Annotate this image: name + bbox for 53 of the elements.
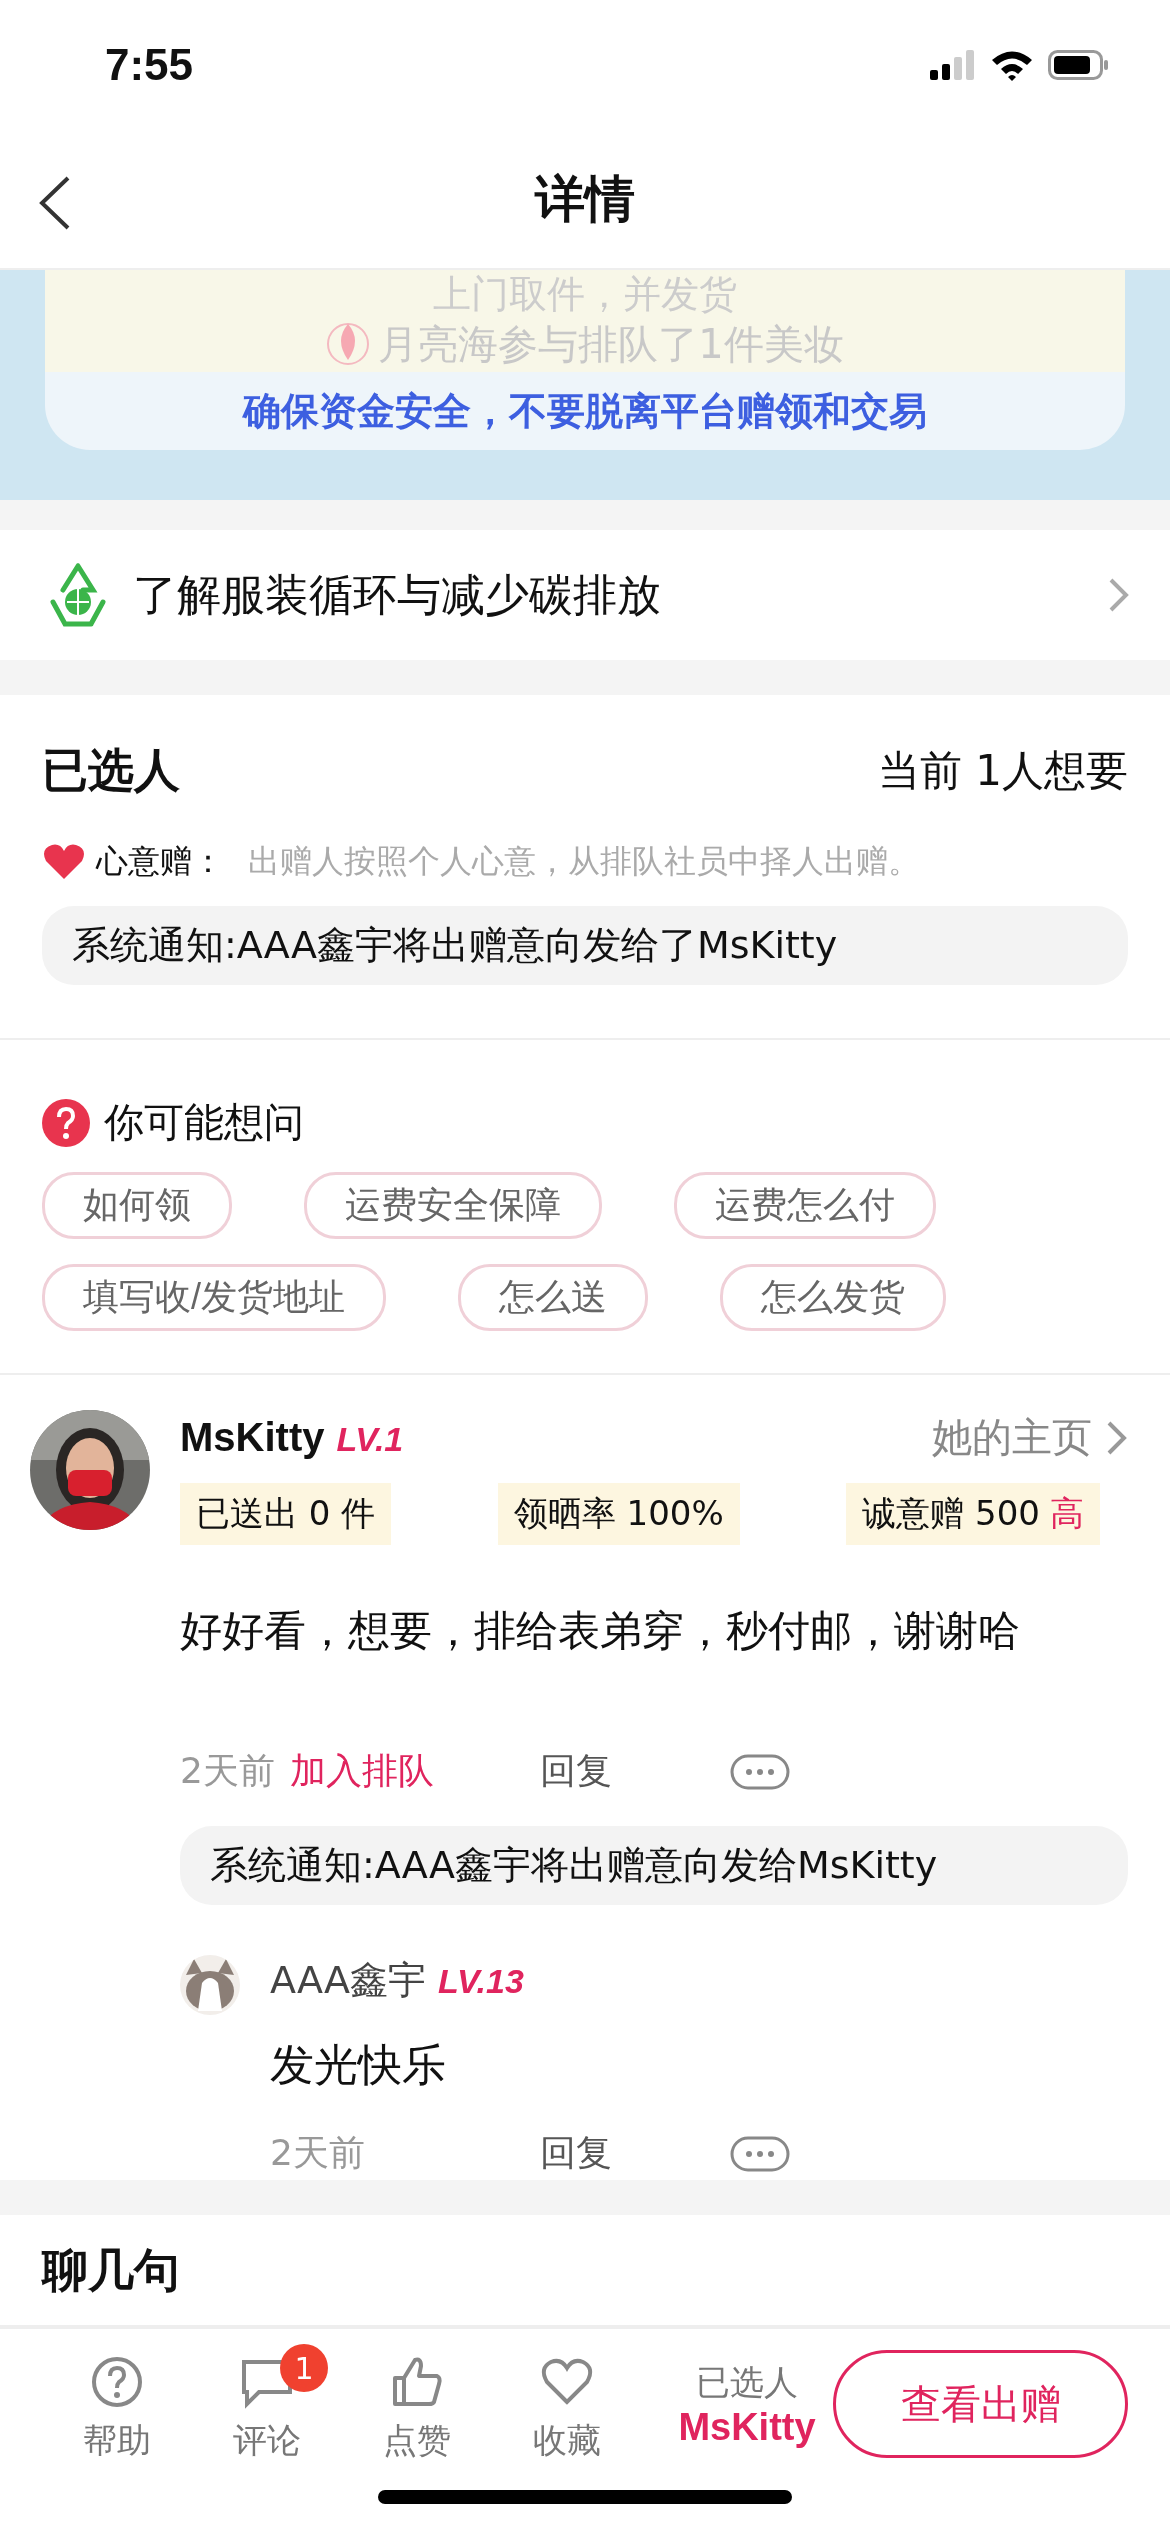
reply-link[interactable]: 回复 bbox=[540, 2129, 730, 2178]
profile-link[interactable]: 她的主页 bbox=[932, 1410, 1128, 1465]
question-chip[interactable]: 怎么送 bbox=[458, 1264, 648, 1331]
mode-description: 出赠人按照个人心意，从排队社员中择人出赠。 bbox=[248, 841, 920, 882]
reply-time: 2天前 bbox=[270, 2131, 366, 2175]
page-title: 详情 bbox=[535, 168, 635, 230]
stat-text: 诚意赠 500 bbox=[862, 1493, 1040, 1533]
safety-notice: 确保资金安全，不要脱离平台赠领和交易 bbox=[243, 388, 927, 435]
selected-label: 已选人 bbox=[696, 2360, 798, 2404]
eco-link[interactable]: 了解服装循环与减少碳排放 bbox=[0, 530, 1170, 660]
chevron-right-icon bbox=[1106, 1419, 1128, 1456]
section-title: 已选人 bbox=[42, 742, 180, 799]
toolbar-button[interactable]: 点赞 bbox=[342, 2344, 492, 2464]
reply-text: 发光快乐 bbox=[270, 2038, 447, 2092]
question-chip[interactable]: 运费安全保障 bbox=[304, 1172, 602, 1239]
user-level: LV.13 bbox=[438, 1962, 524, 2000]
heart-icon bbox=[42, 843, 86, 881]
signal-icon bbox=[930, 50, 976, 80]
stat-text: 已送出 0 件 bbox=[196, 1493, 376, 1533]
chevron-right-icon bbox=[1108, 577, 1130, 613]
battery-icon bbox=[1048, 50, 1110, 80]
question-icon bbox=[42, 1098, 90, 1147]
toolbar-button[interactable]: 评论 1 bbox=[192, 2344, 342, 2464]
eco-link-text: 了解服装循环与减少碳排放 bbox=[133, 567, 662, 622]
more-icon[interactable] bbox=[730, 1753, 790, 1790]
question-chip[interactable]: 填写收/发货地址 bbox=[42, 1264, 386, 1331]
status-time: 7:55 bbox=[105, 40, 194, 90]
user-name: AAA鑫宇 bbox=[270, 1958, 427, 2002]
reply-link[interactable]: 回复 bbox=[540, 1747, 730, 1796]
question-chip[interactable]: 怎么发货 bbox=[720, 1264, 946, 1331]
system-notice: 系统通知:AAA鑫宇将出赠意向发给MsKitty bbox=[180, 1826, 1128, 1905]
question-chip[interactable]: 如何领 bbox=[42, 1172, 232, 1239]
question-chip[interactable]: 运费怎么付 bbox=[674, 1172, 936, 1239]
wifi-icon bbox=[990, 49, 1034, 81]
comment-text: 好好看，想要，排给表弟穿，秒付邮，谢谢哈 bbox=[180, 1605, 1021, 1657]
toolbar-button[interactable]: 收藏 bbox=[492, 2344, 642, 2464]
section-title: 你可能想问 bbox=[104, 1098, 304, 1147]
toolbar-button[interactable]: 帮助 bbox=[42, 2344, 192, 2464]
help-icon bbox=[89, 2354, 145, 2410]
mode-label: 心意赠： bbox=[96, 841, 224, 882]
user-name: MsKitty bbox=[180, 1415, 325, 1459]
stat-text: 领晒率 100% bbox=[513, 1493, 724, 1533]
view-gift-button[interactable]: 查看出赠 bbox=[833, 2350, 1128, 2458]
system-notice: 系统通知:AAA鑫宇将出赠意向发给了MsKitty bbox=[42, 906, 1128, 985]
count-badge: 1 bbox=[280, 2344, 328, 2392]
user-level: LV.1 bbox=[336, 1420, 404, 1458]
rating-text: 高 bbox=[1050, 1493, 1084, 1533]
section-title: 聊几句 bbox=[42, 2243, 180, 2297]
want-count: 当前 1人想要 bbox=[877, 745, 1128, 797]
join-queue-link[interactable]: 加入排队 bbox=[290, 1747, 540, 1796]
selected-user: MsKitty bbox=[678, 2405, 816, 2449]
comment-time: 2天前 bbox=[180, 1749, 276, 1793]
more-icon[interactable] bbox=[730, 2135, 790, 2172]
